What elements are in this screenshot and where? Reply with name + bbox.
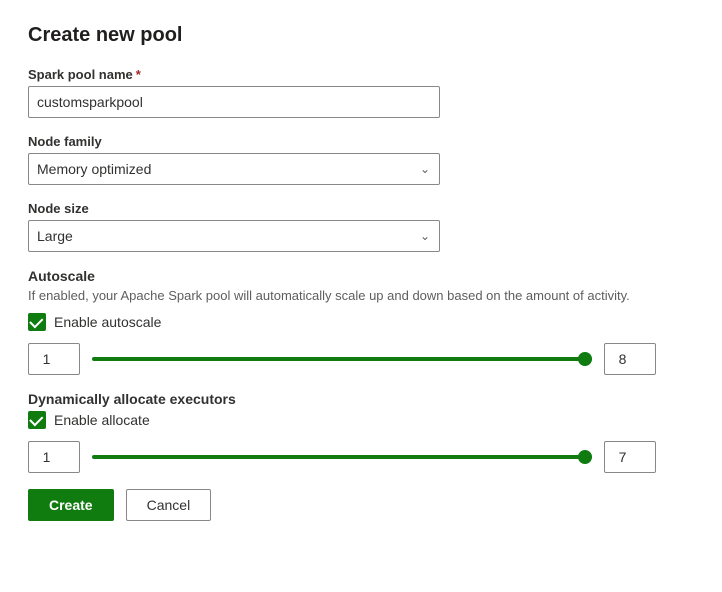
cancel-button[interactable]: Cancel — [126, 489, 212, 521]
node-family-select[interactable]: Memory optimized General purpose Compute… — [28, 153, 440, 185]
required-indicator: * — [136, 67, 141, 82]
autoscale-checkbox-row: Enable autoscale — [28, 313, 694, 331]
dynamic-executors-checkbox-row: Enable allocate — [28, 411, 694, 429]
dynamic-executors-slider-container — [92, 441, 592, 473]
node-family-field: Node family Memory optimized General pur… — [28, 134, 694, 185]
autoscale-min-input[interactable] — [28, 343, 80, 375]
autoscale-section: Autoscale If enabled, your Apache Spark … — [28, 268, 694, 375]
autoscale-title: Autoscale — [28, 268, 694, 284]
page-title: Create new pool — [28, 24, 694, 47]
autoscale-slider-row — [28, 343, 694, 375]
autoscale-slider-container — [92, 343, 592, 375]
node-size-field: Node size Small Medium Large XLarge XXLa… — [28, 201, 694, 252]
dynamic-executors-slider-row — [28, 441, 694, 473]
node-family-wrapper: Memory optimized General purpose Compute… — [28, 153, 440, 185]
dynamic-executors-title: Dynamically allocate executors — [28, 391, 694, 407]
spark-pool-name-label: Spark pool name * — [28, 67, 694, 82]
autoscale-slider[interactable] — [92, 357, 592, 361]
button-row: Create Cancel — [28, 489, 694, 521]
dynamic-executors-section: Dynamically allocate executors Enable al… — [28, 391, 694, 473]
dynamic-executors-checkbox-label: Enable allocate — [54, 412, 150, 428]
dynamic-executors-min-input[interactable] — [28, 441, 80, 473]
node-family-label: Node family — [28, 134, 694, 149]
autoscale-checkbox[interactable] — [28, 313, 46, 331]
create-button[interactable]: Create — [28, 489, 114, 521]
dynamic-executors-checkbox[interactable] — [28, 411, 46, 429]
node-size-select[interactable]: Small Medium Large XLarge XXLarge — [28, 220, 440, 252]
node-size-label: Node size — [28, 201, 694, 216]
spark-pool-name-field: Spark pool name * — [28, 67, 694, 118]
autoscale-description: If enabled, your Apache Spark pool will … — [28, 288, 678, 303]
autoscale-checkbox-label: Enable autoscale — [54, 314, 161, 330]
dynamic-executors-max-input[interactable] — [604, 441, 656, 473]
node-size-wrapper: Small Medium Large XLarge XXLarge ⌄ — [28, 220, 440, 252]
spark-pool-name-input[interactable] — [28, 86, 440, 118]
dynamic-executors-slider[interactable] — [92, 455, 592, 459]
autoscale-max-input[interactable] — [604, 343, 656, 375]
